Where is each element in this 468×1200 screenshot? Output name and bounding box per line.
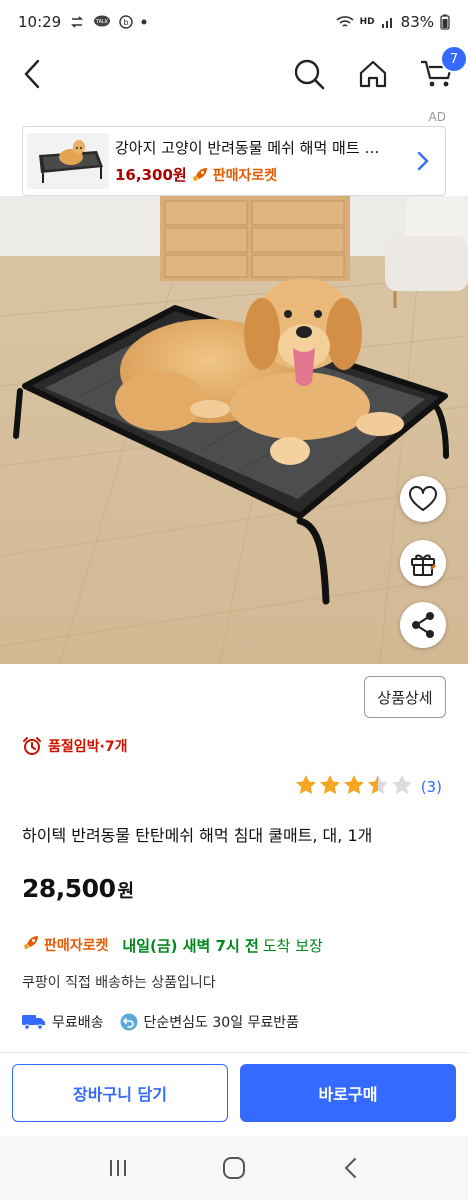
product-image[interactable] — [0, 196, 468, 664]
benefits: 무료배송 단순변심도 30일 무료반품 — [22, 1012, 315, 1032]
battery-icon — [440, 14, 450, 30]
ad-rocket-label: 판매자로켓 — [212, 167, 278, 184]
ad-banner[interactable]: 강아지 고양이 반려동물 메쉬 해먹 매트 … 16,300원 판매자로켓 — [22, 126, 446, 196]
back-arrow-icon — [24, 59, 40, 89]
home-circle-icon — [223, 1157, 245, 1179]
half-star-icon — [367, 774, 389, 799]
direct-ship-notice: 쿠팡이 직접 배송하는 상품입니다 — [22, 975, 216, 991]
system-back-button[interactable] — [328, 1146, 372, 1190]
svg-text:b: b — [124, 18, 129, 27]
notification-dot-icon — [141, 19, 147, 25]
rocket-icon — [22, 934, 40, 956]
back-button[interactable] — [14, 54, 50, 94]
star-icon — [319, 774, 341, 799]
ad-title: 강아지 고양이 반려동물 메쉬 해먹 매트 … — [115, 139, 380, 157]
truck-icon — [22, 1015, 45, 1030]
star-icon — [343, 774, 365, 799]
gift-icon — [411, 554, 436, 576]
wifi-icon — [336, 15, 354, 29]
seller-rocket-label: 판매자로켓 — [44, 938, 109, 954]
rocket-icon — [191, 166, 209, 184]
share-icon — [412, 612, 434, 638]
stock-text: 품절임박·7개 — [48, 739, 128, 755]
sync-icon — [69, 15, 85, 29]
ad-price: 16,300원 — [115, 166, 187, 184]
chevron-right-icon — [411, 146, 435, 176]
share-button[interactable] — [400, 602, 446, 648]
signal-icon — [381, 15, 395, 29]
cart-button[interactable]: 7 — [420, 45, 468, 91]
wishlist-button[interactable] — [400, 476, 446, 522]
app-b-icon: b — [119, 15, 133, 29]
benefit-label: 무료배송 — [52, 1015, 104, 1031]
free-return: 단순변심도 30일 무료반품 — [120, 1012, 300, 1032]
heart-icon — [409, 486, 437, 511]
top-nav-bar: 7 — [0, 44, 468, 104]
return-icon — [120, 1013, 138, 1031]
home-icon — [359, 60, 387, 88]
free-shipping: 무료배송 — [22, 1012, 104, 1032]
home-system-button[interactable] — [212, 1146, 256, 1190]
product-title: 하이텍 반려동물 탄탄메쉬 해먹 침대 쿨매트, 대, 1개 — [22, 826, 373, 845]
home-button[interactable] — [356, 57, 390, 91]
hd-voice-badge: HD — [359, 16, 375, 27]
price-value: 28,500 — [22, 874, 116, 903]
search-button[interactable] — [292, 57, 326, 91]
cart-count-badge: 7 — [440, 45, 468, 73]
benefit-label: 단순변심도 30일 무료반품 — [143, 1015, 300, 1031]
product-detail-button[interactable]: 상품상세 — [364, 676, 446, 718]
system-navigation-bar — [0, 1136, 468, 1200]
divider — [0, 1052, 468, 1053]
rating[interactable]: (3) — [295, 774, 442, 799]
recent-apps-button[interactable] — [96, 1146, 140, 1190]
talk-icon: TALK — [93, 15, 111, 29]
battery-percent: 83% — [400, 13, 434, 31]
empty-star-icon — [391, 774, 413, 799]
delivery-guarantee: 도착 보장 — [262, 936, 323, 955]
status-bar: 10:29 TALK b HD 83% — [0, 0, 468, 44]
review-count[interactable]: (3) — [421, 778, 442, 796]
price-unit: 원 — [117, 881, 135, 902]
status-time: 10:29 — [18, 13, 62, 31]
buy-now-button[interactable]: 바로구매 — [240, 1064, 456, 1122]
gift-button[interactable] — [400, 540, 446, 586]
price: 28,500 원 — [22, 874, 134, 903]
back-chevron-icon — [344, 1158, 356, 1178]
add-to-cart-button[interactable]: 장바구니 담기 — [12, 1064, 228, 1122]
ad-label: AD — [428, 110, 446, 124]
svg-text:TALK: TALK — [95, 19, 109, 25]
delivery-info: 판매자로켓 내일(금) 새벽 7시 전 도착 보장 — [22, 934, 323, 956]
delivery-date: 내일(금) 새벽 7시 전 — [122, 936, 259, 955]
search-icon — [294, 59, 325, 90]
recent-apps-icon — [110, 1160, 126, 1176]
alarm-clock-icon — [23, 737, 41, 755]
low-stock-notice: 품절임박·7개 — [22, 736, 127, 756]
ad-thumbnail — [27, 133, 109, 189]
star-icon — [295, 774, 317, 799]
